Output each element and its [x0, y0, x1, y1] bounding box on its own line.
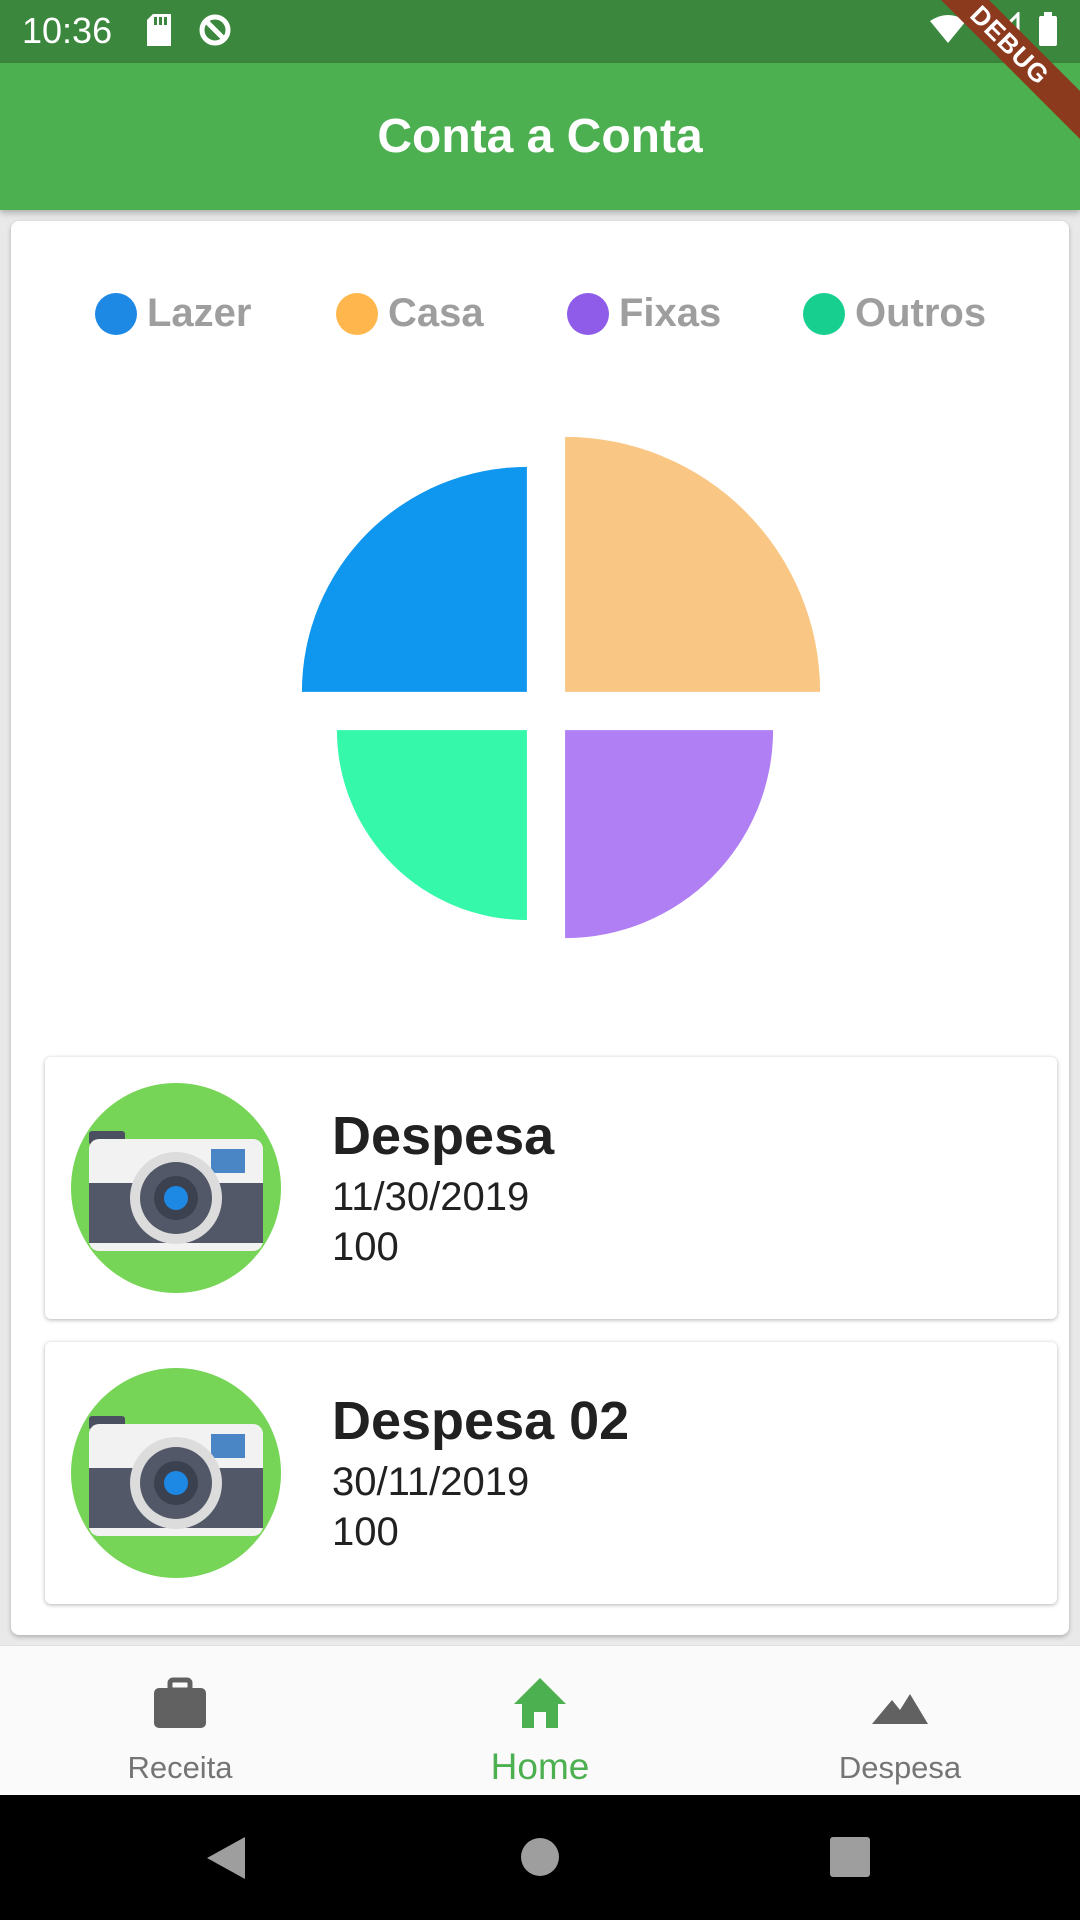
pie-chart	[301, 436, 821, 939]
status-bar: 10:36	[0, 0, 1080, 63]
landscape-icon	[872, 1694, 928, 1724]
legend-label-fixas: Fixas	[619, 291, 722, 335]
summary-card: Lazer Casa Fixas Outros Despesa 11/30/20…	[11, 221, 1069, 1635]
nav-label-despesa: Despesa	[838, 1750, 962, 1785]
camera-icon	[71, 1368, 281, 1578]
legend-item-outros: Outros	[803, 291, 986, 336]
legend-item-casa: Casa	[336, 291, 484, 336]
expense-card[interactable]: Despesa 02 30/11/2019 100	[45, 1342, 1057, 1604]
legend-dot-casa	[336, 292, 378, 335]
system-navigation-bar	[0, 1795, 1080, 1920]
nav-label-receita: Receita	[127, 1750, 233, 1785]
nav-label-home: Home	[490, 1746, 590, 1787]
debug-banner: DEBUG	[930, 0, 1080, 150]
expense-value: 100	[332, 1510, 399, 1554]
debug-label: DEBUG	[930, 0, 1080, 149]
nav-item-despesa[interactable]: Despesa	[720, 1646, 1080, 1796]
chart-legend: Lazer Casa Fixas Outros	[11, 291, 1069, 351]
legend-label-outros: Outros	[855, 291, 987, 335]
expense-card[interactable]: Despesa 11/30/2019 100	[45, 1057, 1057, 1319]
sync-icon	[199, 14, 231, 46]
legend-label-lazer: Lazer	[147, 291, 252, 335]
expense-title: Despesa	[332, 1106, 555, 1166]
expense-title: Despesa 02	[332, 1391, 630, 1451]
sd-card-icon	[147, 14, 171, 46]
bottom-navigation: Receita Home Despesa	[0, 1645, 1080, 1796]
legend-dot-outros	[803, 292, 845, 335]
legend-dot-lazer	[95, 292, 137, 335]
home-circle-icon[interactable]	[520, 1837, 560, 1877]
home-icon	[514, 1678, 566, 1728]
nav-item-home[interactable]: Home	[360, 1646, 720, 1796]
nav-item-receita[interactable]: Receita	[0, 1646, 360, 1796]
briefcase-icon	[154, 1677, 206, 1728]
expense-date: 30/11/2019	[332, 1460, 530, 1504]
app-title: Conta a Conta	[377, 110, 703, 163]
recents-icon[interactable]	[830, 1837, 870, 1877]
legend-label-casa: Casa	[388, 291, 484, 335]
legend-dot-fixas	[567, 292, 609, 335]
camera-icon	[71, 1083, 281, 1293]
legend-item-fixas: Fixas	[567, 291, 721, 336]
pie-slice-casa	[565, 436, 821, 692]
expense-value: 100	[332, 1225, 399, 1269]
back-icon[interactable]	[205, 1835, 249, 1881]
status-time: 10:36	[22, 10, 113, 51]
pie-slice-outros	[336, 730, 527, 921]
app-bar: Conta a Conta	[0, 63, 1080, 210]
legend-item-lazer: Lazer	[95, 291, 252, 336]
pie-slice-lazer	[301, 466, 527, 692]
pie-slice-fixas	[565, 730, 774, 939]
expense-date: 11/30/2019	[332, 1175, 530, 1219]
